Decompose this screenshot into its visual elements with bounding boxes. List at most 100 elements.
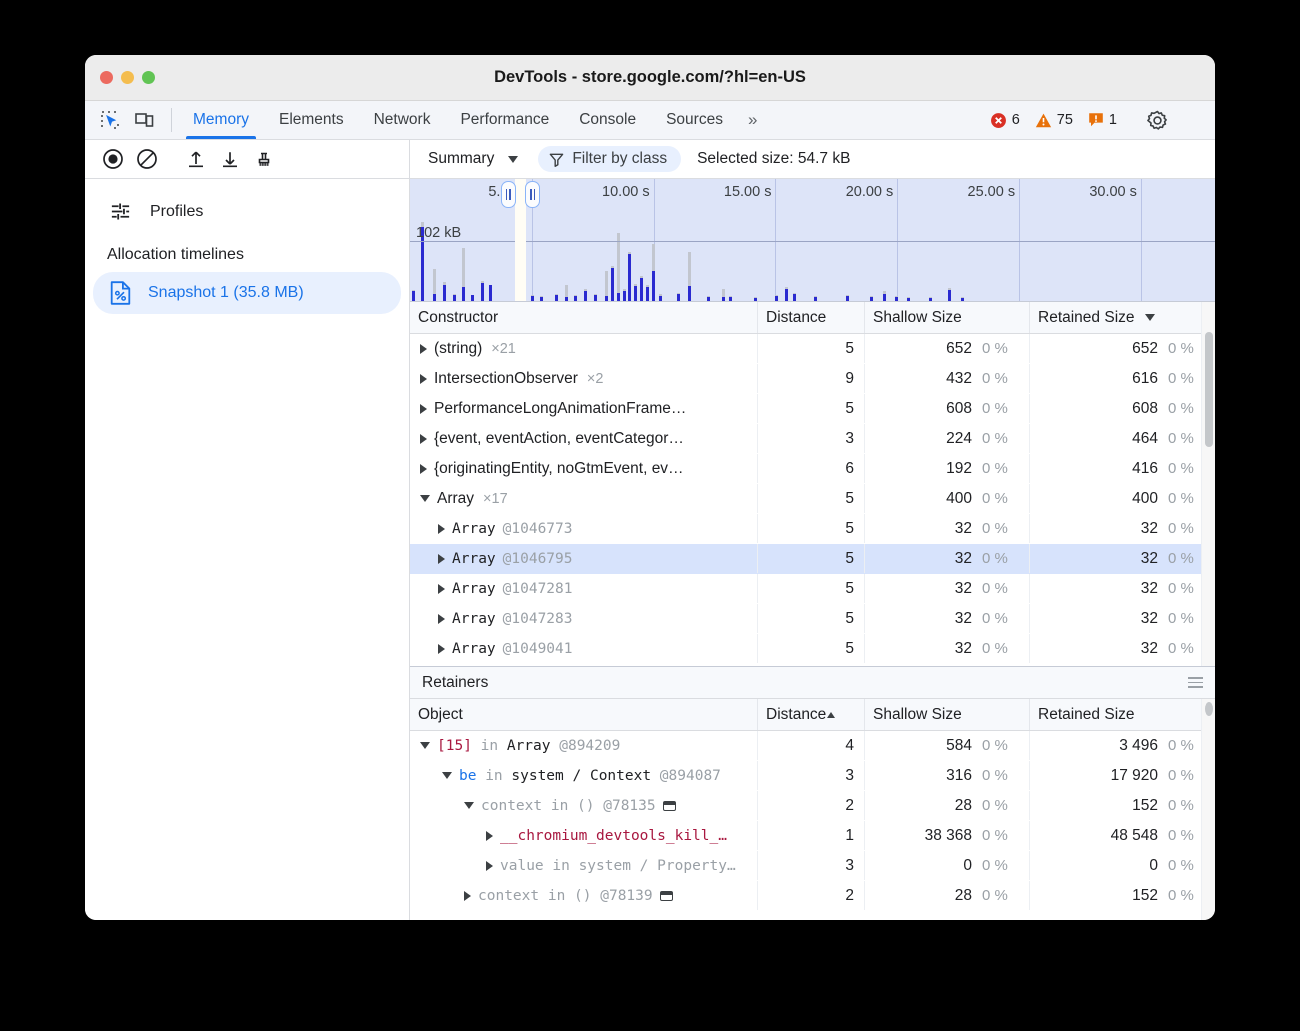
tab-elements[interactable]: Elements bbox=[264, 101, 359, 139]
retainers-scrollbar-thumb[interactable] bbox=[1205, 702, 1213, 716]
expand-triangle-icon[interactable] bbox=[486, 861, 493, 871]
constructor-cell[interactable]: Array@1049041 bbox=[410, 634, 758, 663]
issue-badge[interactable]: 1 bbox=[1082, 112, 1123, 128]
table-row[interactable]: __chromium_devtools_kill_…138 3680 %48 5… bbox=[410, 821, 1215, 851]
retainers-scrollbar-track[interactable] bbox=[1201, 699, 1215, 920]
table-row[interactable]: [15] in Array @89420945840 %3 4960 % bbox=[410, 731, 1215, 761]
table-row[interactable]: {event, eventAction, eventCategor…32240 … bbox=[410, 424, 1215, 454]
error-badge[interactable]: 6 bbox=[984, 112, 1026, 129]
allocation-timeline-overview[interactable]: 102 kB 5.00 s10.00 s15.00 s20.00 s25.00 … bbox=[410, 179, 1215, 302]
expand-triangle-icon[interactable] bbox=[438, 554, 445, 564]
table-row[interactable]: context in () @781352280 %1520 % bbox=[410, 791, 1215, 821]
collapse-triangle-icon[interactable] bbox=[420, 495, 430, 502]
column-header-retainer-distance[interactable]: Distance bbox=[758, 699, 865, 730]
tab-network[interactable]: Network bbox=[359, 101, 446, 139]
retainer-object-cell[interactable]: __chromium_devtools_kill_… bbox=[410, 821, 758, 850]
constructor-cell[interactable]: (string)×21 bbox=[410, 334, 758, 363]
retainer-object-cell[interactable]: context in () @78139 bbox=[410, 881, 758, 910]
tab-memory[interactable]: Memory bbox=[178, 101, 264, 139]
expand-triangle-icon[interactable] bbox=[438, 524, 445, 534]
expand-triangle-icon[interactable] bbox=[420, 344, 427, 354]
retainer-object-cell[interactable]: be in system / Context @894087 bbox=[410, 761, 758, 790]
constructors-scrollbar-track[interactable] bbox=[1201, 302, 1215, 666]
sidebar-item-snapshot-1[interactable]: Snapshot 1 (35.8 MB) bbox=[93, 272, 401, 314]
expand-triangle-icon[interactable] bbox=[420, 434, 427, 444]
object-id: @894087 bbox=[651, 768, 721, 784]
constructor-cell[interactable]: Array×17 bbox=[410, 484, 758, 513]
expand-triangle-icon[interactable] bbox=[420, 374, 427, 384]
column-header-retainer-shallow-size[interactable]: Shallow Size bbox=[865, 699, 1030, 730]
overview-selection-handle-left[interactable] bbox=[501, 181, 516, 208]
table-row[interactable]: Array@10472835320 %320 % bbox=[410, 604, 1215, 634]
column-header-distance[interactable]: Distance bbox=[758, 302, 865, 333]
table-row[interactable]: Array×1754000 %4000 % bbox=[410, 484, 1215, 514]
load-profile-icon[interactable] bbox=[180, 145, 212, 173]
column-header-shallow-size[interactable]: Shallow Size bbox=[865, 302, 1030, 333]
save-profile-icon[interactable] bbox=[214, 145, 246, 173]
gear-icon[interactable] bbox=[1142, 106, 1172, 134]
tab-console[interactable]: Console bbox=[564, 101, 651, 139]
expand-triangle-icon[interactable] bbox=[420, 404, 427, 414]
distance-cell-value: 5 bbox=[845, 490, 854, 508]
constructors-rows[interactable]: (string)×2156520 %6520 %IntersectionObse… bbox=[410, 334, 1215, 666]
kebab-menu-icon[interactable] bbox=[1175, 106, 1205, 134]
more-tabs-icon[interactable]: » bbox=[738, 101, 767, 139]
sidebar-item-profiles[interactable]: Profiles bbox=[93, 191, 401, 232]
retainer-object-cell[interactable]: [15] in Array @894209 bbox=[410, 731, 758, 760]
column-header-retained-size[interactable]: Retained Size bbox=[1030, 302, 1215, 333]
table-row[interactable]: (string)×2156520 %6520 % bbox=[410, 334, 1215, 364]
expand-triangle-icon[interactable] bbox=[486, 831, 493, 841]
retainer-object-cell[interactable]: value in system / Property… bbox=[410, 851, 758, 880]
maximize-button[interactable] bbox=[142, 71, 155, 84]
clear-icon[interactable] bbox=[131, 145, 163, 173]
close-button[interactable] bbox=[100, 71, 113, 84]
overview-selection-handle-right[interactable] bbox=[525, 181, 540, 208]
constructor-cell[interactable]: {event, eventAction, eventCategor… bbox=[410, 424, 758, 453]
table-row[interactable]: Array@10467955320 %320 % bbox=[410, 544, 1215, 574]
table-row[interactable]: context in () @781392280 %1520 % bbox=[410, 881, 1215, 911]
table-row[interactable]: {originatingEntity, noGtmEvent, ev…61920… bbox=[410, 454, 1215, 484]
minimize-button[interactable] bbox=[121, 71, 134, 84]
overview-bar-live bbox=[412, 291, 415, 301]
collapse-triangle-icon[interactable] bbox=[442, 772, 452, 779]
expand-triangle-icon[interactable] bbox=[438, 614, 445, 624]
collapse-triangle-icon[interactable] bbox=[464, 802, 474, 809]
constructor-cell[interactable]: Array@1046773 bbox=[410, 514, 758, 543]
collapse-triangle-icon[interactable] bbox=[420, 742, 430, 749]
constructor-cell[interactable]: IntersectionObserver×2 bbox=[410, 364, 758, 393]
warning-badge[interactable]: 75 bbox=[1029, 112, 1079, 129]
expand-triangle-icon[interactable] bbox=[438, 584, 445, 594]
constructor-cell[interactable]: Array@1046795 bbox=[410, 544, 758, 573]
instance-count: ×2 bbox=[587, 371, 604, 387]
device-toolbar-icon[interactable] bbox=[129, 106, 159, 134]
table-row[interactable]: value in system / Property…300 %00 % bbox=[410, 851, 1215, 881]
object-id: @78135 bbox=[595, 798, 656, 814]
constructor-cell[interactable]: PerformanceLongAnimationFrame… bbox=[410, 394, 758, 423]
table-row[interactable]: be in system / Context @89408733160 %17 … bbox=[410, 761, 1215, 791]
tab-performance[interactable]: Performance bbox=[445, 101, 564, 139]
expand-triangle-icon[interactable] bbox=[438, 644, 445, 654]
table-row[interactable]: IntersectionObserver×294320 %6160 % bbox=[410, 364, 1215, 394]
hamburger-menu-icon[interactable] bbox=[1188, 674, 1203, 691]
expand-triangle-icon[interactable] bbox=[420, 464, 427, 474]
expand-triangle-icon[interactable] bbox=[464, 891, 471, 901]
tab-sources[interactable]: Sources bbox=[651, 101, 738, 139]
table-row[interactable]: Array@10490415320 %320 % bbox=[410, 634, 1215, 664]
collect-garbage-icon[interactable] bbox=[248, 145, 280, 173]
constructor-cell[interactable]: Array@1047281 bbox=[410, 574, 758, 603]
column-header-object[interactable]: Object bbox=[410, 699, 758, 730]
record-heap-snapshot-icon[interactable] bbox=[97, 145, 129, 173]
table-row[interactable]: PerformanceLongAnimationFrame…56080 %608… bbox=[410, 394, 1215, 424]
table-row[interactable]: Array@10472815320 %320 % bbox=[410, 574, 1215, 604]
constructor-cell[interactable]: {originatingEntity, noGtmEvent, ev… bbox=[410, 454, 758, 483]
constructor-cell[interactable]: Array@1047283 bbox=[410, 604, 758, 633]
table-row[interactable]: Array@10467735320 %320 % bbox=[410, 514, 1215, 544]
column-header-retainer-retained-size[interactable]: Retained Size bbox=[1030, 699, 1215, 730]
constructors-scrollbar-thumb[interactable] bbox=[1205, 332, 1213, 447]
retainers-rows[interactable]: [15] in Array @89420945840 %3 4960 %be i… bbox=[410, 731, 1215, 920]
inspect-element-icon[interactable] bbox=[95, 106, 125, 134]
view-mode-select[interactable]: Summary bbox=[422, 147, 524, 171]
filter-by-class-input[interactable]: Filter by class bbox=[538, 146, 681, 172]
column-header-constructor[interactable]: Constructor bbox=[410, 302, 758, 333]
retainer-object-cell[interactable]: context in () @78135 bbox=[410, 791, 758, 820]
